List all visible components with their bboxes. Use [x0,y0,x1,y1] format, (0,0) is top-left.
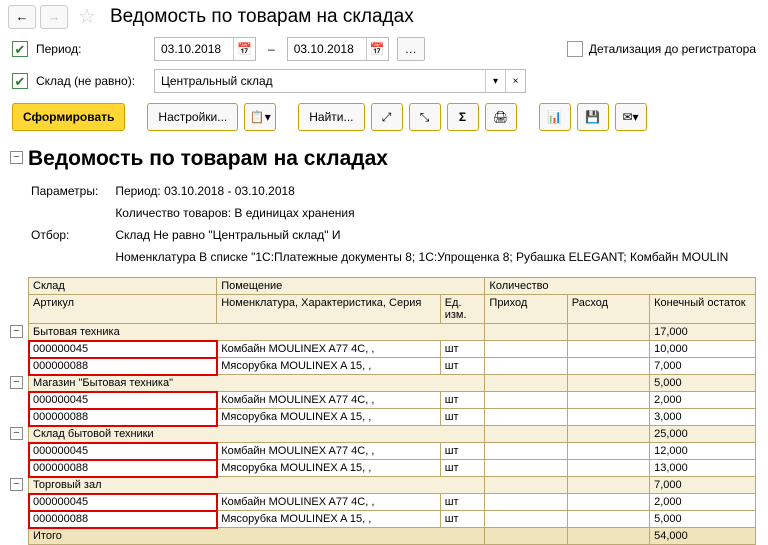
page-title: Ведомость по товарам на складах [110,6,414,28]
nomenclature-cell[interactable]: Комбайн MOULINEX A77 4C, , [217,392,441,409]
nomenclature-cell[interactable]: Мясорубка MOULINEX A 15, , [217,409,441,426]
detail-checkbox[interactable]: ✔ [567,41,583,57]
nomenclature-cell[interactable]: Комбайн MOULINEX A77 4C, , [217,443,441,460]
article-cell[interactable]: 000000088 [29,409,217,426]
article-cell[interactable]: 000000045 [29,392,217,409]
report-title: Ведомость по товарам на складах [28,147,756,171]
total-label: Итого [29,528,485,545]
warehouse-input[interactable] [155,70,485,92]
print-button[interactable]: 🖨 [485,103,517,131]
balance-cell: 12,000 [650,443,756,460]
article-cell[interactable]: 000000045 [29,494,217,511]
unit-cell: шт [440,443,485,460]
expand-button[interactable]: ⤢ [371,103,403,131]
date-from-input[interactable] [155,38,233,60]
nav-forward-button[interactable]: → [40,5,68,29]
unit-cell: шт [440,341,485,358]
balance-cell: 10,000 [650,341,756,358]
clear-icon[interactable]: × [505,70,525,92]
nomenclature-cell[interactable]: Комбайн MOULINEX A77 4C, , [217,494,441,511]
report-parameters: Параметры: Период: 03.10.2018 - 03.10.20… [28,179,744,269]
col-article: Артикул [29,295,217,324]
settings-variants-button[interactable]: 📋▾ [244,103,276,131]
collapse-group-button[interactable]: − [10,325,23,338]
sum-button[interactable]: Σ [447,103,479,131]
collapse-group-button[interactable]: − [10,376,23,389]
find-button[interactable]: Найти... [298,103,364,131]
article-cell[interactable]: 000000045 [29,443,217,460]
group-row[interactable]: Торговый зал [29,477,485,494]
group-balance: 25,000 [650,426,756,443]
unit-cell: шт [440,409,485,426]
save-button[interactable]: 💾 [577,103,609,131]
report-table: Склад Помещение Количество Артикул Номен… [28,277,756,545]
warehouse-combo[interactable]: ▾ × [154,69,526,93]
unit-cell: шт [440,392,485,409]
settings-button[interactable]: Настройки... [147,103,238,131]
group-balance: 5,000 [650,375,756,392]
total-balance: 54,000 [650,528,756,545]
warehouse-checkbox[interactable]: ✔ [12,73,28,89]
col-expense: Расход [567,295,649,324]
article-cell[interactable]: 000000088 [29,358,217,375]
date-to-field[interactable]: 📅 [287,37,389,61]
col-room: Помещение [217,278,485,295]
unit-cell: шт [440,460,485,477]
group-row[interactable]: Бытовая техника [29,324,485,341]
calendar-icon[interactable]: 📅 [366,38,388,60]
favorite-star-icon[interactable]: ☆ [78,4,96,29]
nomenclature-cell[interactable]: Комбайн MOULINEX A77 4C, , [217,341,441,358]
balance-cell: 7,000 [650,358,756,375]
nav-back-button[interactable]: ← [8,5,36,29]
col-nomenclature: Номенклатура, Характеристика, Серия [217,295,441,324]
generate-button[interactable]: Сформировать [12,103,125,131]
article-cell[interactable]: 000000045 [29,341,217,358]
balance-cell: 3,000 [650,409,756,426]
period-checkbox[interactable]: ✔ [12,41,28,57]
group-row[interactable]: Магазин "Бытовая техника" [29,375,485,392]
nomenclature-cell[interactable]: Мясорубка MOULINEX A 15, , [217,460,441,477]
collapse-button[interactable]: ⤡ [409,103,441,131]
col-unit: Ед. изм. [440,295,485,324]
date-from-field[interactable]: 📅 [154,37,256,61]
unit-cell: шт [440,494,485,511]
balance-cell: 13,000 [650,460,756,477]
balance-cell: 2,000 [650,392,756,409]
email-button[interactable]: ✉▾ [615,103,647,131]
group-balance: 7,000 [650,477,756,494]
detail-label: Детализация до регистратора [589,42,756,56]
collapse-group-button[interactable]: − [10,478,23,491]
collapse-group-button[interactable]: − [10,427,23,440]
date-to-input[interactable] [288,38,366,60]
period-label: Период: [36,42,146,56]
date-separator: – [268,42,275,56]
calendar-icon[interactable]: 📅 [233,38,255,60]
warehouse-label: Склад (не равно): [36,74,146,88]
period-select-button[interactable]: … [397,37,425,61]
col-qty: Количество [485,278,756,295]
article-cell[interactable]: 000000088 [29,460,217,477]
col-balance: Конечный остаток [650,295,756,324]
balance-cell: 2,000 [650,494,756,511]
group-balance: 17,000 [650,324,756,341]
nomenclature-cell[interactable]: Мясорубка MOULINEX A 15, , [217,358,441,375]
article-cell[interactable]: 000000088 [29,511,217,528]
unit-cell: шт [440,511,485,528]
group-row[interactable]: Склад бытовой техники [29,426,485,443]
chart-button[interactable]: 📊 [539,103,571,131]
balance-cell: 5,000 [650,511,756,528]
dropdown-icon[interactable]: ▾ [485,70,505,92]
collapse-report-button[interactable]: − [10,151,23,164]
col-warehouse: Склад [29,278,217,295]
nomenclature-cell[interactable]: Мясорубка MOULINEX A 15, , [217,511,441,528]
col-income: Приход [485,295,567,324]
unit-cell: шт [440,358,485,375]
